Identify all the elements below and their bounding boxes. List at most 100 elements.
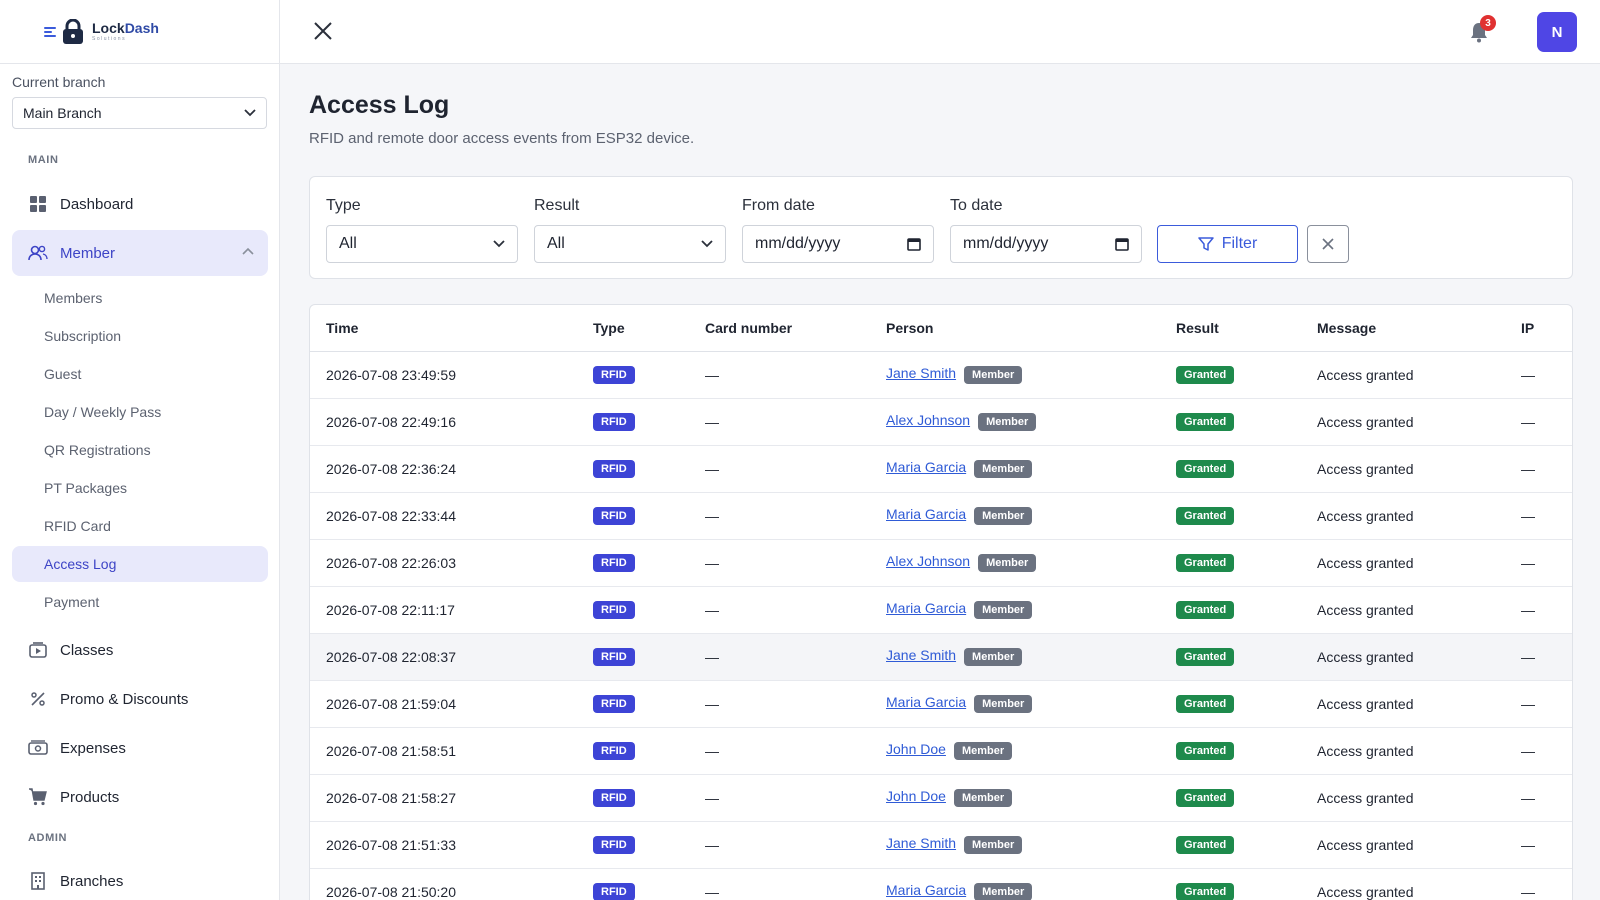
- table-row[interactable]: 2026-07-08 21:50:20 RFID — Maria Garcia Memb…: [310, 868, 1572, 900]
- cell-time: 2026-07-08 22:11:17: [310, 586, 577, 634]
- sidebar-item-label: Promo & Discounts: [60, 690, 189, 708]
- person-link[interactable]: Maria Garcia: [886, 882, 966, 898]
- sidebar-subitem-pt-packages[interactable]: PT Packages: [12, 470, 268, 506]
- col-type[interactable]: Type: [577, 305, 689, 352]
- brand-logo[interactable]: LockDash Solutions: [0, 0, 279, 64]
- clear-filters-button[interactable]: [1307, 225, 1349, 263]
- table-row[interactable]: 2026-07-08 21:59:04 RFID — Maria Garcia Memb…: [310, 680, 1572, 728]
- branch-select[interactable]: Main Branch: [12, 97, 267, 129]
- type-filter-select[interactable]: All: [326, 225, 518, 263]
- cell-ip: —: [1505, 539, 1572, 587]
- person-link[interactable]: Maria Garcia: [886, 694, 966, 710]
- cell-message: Access granted: [1301, 445, 1505, 493]
- cell-message: Access granted: [1301, 727, 1505, 775]
- table-row[interactable]: 2026-07-08 21:58:51 RFID — John Doe Member Gr…: [310, 727, 1572, 775]
- cell-result: Granted: [1160, 680, 1301, 728]
- branch-select-value: Main Branch: [23, 105, 102, 121]
- person-link[interactable]: John Doe: [886, 788, 946, 804]
- table-row[interactable]: 2026-07-08 21:58:27 RFID — John Doe Member Gr…: [310, 774, 1572, 822]
- table-row[interactable]: 2026-07-08 23:49:59 RFID — Jane Smith Member…: [310, 351, 1572, 399]
- cell-message: Access granted: [1301, 539, 1505, 587]
- col-time[interactable]: Time: [310, 305, 577, 352]
- cell-message: Access granted: [1301, 868, 1505, 900]
- sidebar-subitem-qr-registrations[interactable]: QR Registrations: [12, 432, 268, 468]
- person-link[interactable]: Jane Smith: [886, 647, 956, 663]
- sidebar-item-classes[interactable]: Classes: [12, 627, 268, 673]
- avatar[interactable]: N: [1537, 12, 1577, 52]
- table-row[interactable]: 2026-07-08 22:49:16 RFID — Alex Johnson Memb…: [310, 398, 1572, 446]
- calendar-icon[interactable]: [907, 237, 921, 251]
- video-icon: [28, 640, 48, 660]
- cell-message: Access granted: [1301, 821, 1505, 869]
- sidebar-item-expenses[interactable]: Expenses: [12, 725, 268, 771]
- users-icon: [28, 243, 48, 263]
- person-link[interactable]: Alex Johnson: [886, 553, 970, 569]
- filter-button[interactable]: Filter: [1157, 225, 1298, 263]
- cell-result: Granted: [1160, 492, 1301, 540]
- lock-icon: [63, 18, 83, 44]
- branch-label: Current branch: [12, 74, 106, 90]
- cell-time: 2026-07-08 23:49:59: [310, 351, 577, 399]
- role-badge: Member: [953, 789, 1013, 807]
- table-row[interactable]: 2026-07-08 22:33:44 RFID — Maria Garcia Memb…: [310, 492, 1572, 540]
- person-link[interactable]: Maria Garcia: [886, 506, 966, 522]
- cell-person: Maria Garcia Member: [870, 445, 1160, 493]
- person-link[interactable]: Jane Smith: [886, 835, 956, 851]
- person-link[interactable]: Maria Garcia: [886, 459, 966, 475]
- menu-icon[interactable]: [44, 25, 56, 39]
- sidebar-item-label: Dashboard: [60, 195, 134, 213]
- cell-ip: —: [1505, 774, 1572, 822]
- person-link[interactable]: Jane Smith: [886, 365, 956, 381]
- person-link[interactable]: Alex Johnson: [886, 412, 970, 428]
- sidebar-subitem-day-weekly-pass[interactable]: Day / Weekly Pass: [12, 394, 268, 430]
- role-badge: Member: [964, 648, 1023, 666]
- col-message[interactable]: Message: [1301, 305, 1505, 352]
- status-badge: Granted: [1176, 648, 1235, 666]
- sidebar-item-products[interactable]: Products: [12, 774, 268, 820]
- cell-card-number: —: [689, 351, 870, 399]
- sidebar-item-branches[interactable]: Branches: [12, 858, 268, 900]
- sidebar-subitem-guest[interactable]: Guest: [12, 356, 268, 392]
- sidebar-subitem-members[interactable]: Members: [12, 280, 268, 316]
- person-link[interactable]: John Doe: [886, 741, 946, 757]
- col-ip[interactable]: IP: [1505, 305, 1572, 352]
- calendar-icon[interactable]: [1115, 237, 1129, 251]
- cell-ip: —: [1505, 586, 1572, 634]
- cell-ip: —: [1505, 398, 1572, 446]
- sidebar-item-label: Member: [60, 244, 116, 262]
- sidebar-item-promo[interactable]: Promo & Discounts: [12, 676, 268, 722]
- cell-person: John Doe Member: [870, 727, 1160, 775]
- table-row[interactable]: 2026-07-08 22:11:17 RFID — Maria Garcia Memb…: [310, 586, 1572, 634]
- sidebar-subitem-payment[interactable]: Payment: [12, 584, 268, 620]
- sidebar-item-dashboard[interactable]: Dashboard: [12, 181, 268, 227]
- sidebar-subitem-rfid-card[interactable]: RFID Card: [12, 508, 268, 544]
- cell-card-number: —: [689, 680, 870, 728]
- result-filter-select[interactable]: All: [534, 225, 726, 263]
- role-badge: Member: [978, 413, 1037, 431]
- from-date-input[interactable]: mm/dd/yyyy: [742, 225, 934, 263]
- table-row[interactable]: 2026-07-08 22:26:03 RFID — Alex Johnson Memb…: [310, 539, 1572, 587]
- sidebar-subitem-subscription[interactable]: Subscription: [12, 318, 268, 354]
- cell-time: 2026-07-08 21:50:20: [310, 868, 577, 900]
- cash-icon: [28, 738, 48, 758]
- type-filter-label: Type: [326, 197, 361, 214]
- cell-result: Granted: [1160, 586, 1301, 634]
- sidebar-item-member[interactable]: Member: [12, 230, 268, 276]
- brand-subtitle: Solutions: [92, 36, 127, 42]
- chevron-down-icon: [701, 240, 713, 248]
- col-person[interactable]: Person: [870, 305, 1160, 352]
- col-card-number[interactable]: Card number: [689, 305, 870, 352]
- table-row[interactable]: 2026-07-08 22:36:24 RFID — Maria Garcia Memb…: [310, 445, 1572, 493]
- table-row[interactable]: 2026-07-08 22:08:37 RFID — Jane Smith Member…: [310, 633, 1572, 681]
- building-icon: [28, 871, 48, 891]
- cell-message: Access granted: [1301, 398, 1505, 446]
- person-link[interactable]: Maria Garcia: [886, 600, 966, 616]
- col-result[interactable]: Result: [1160, 305, 1301, 352]
- result-filter-label: Result: [534, 197, 580, 214]
- sidebar-subitem-access-log[interactable]: Access Log: [12, 546, 268, 582]
- to-date-placeholder: mm/dd/yyyy: [963, 235, 1049, 252]
- status-badge: Granted: [1176, 460, 1235, 478]
- to-date-input[interactable]: mm/dd/yyyy: [950, 225, 1142, 263]
- close-icon[interactable]: [312, 20, 334, 42]
- table-row[interactable]: 2026-07-08 21:51:33 RFID — Jane Smith Member…: [310, 821, 1572, 869]
